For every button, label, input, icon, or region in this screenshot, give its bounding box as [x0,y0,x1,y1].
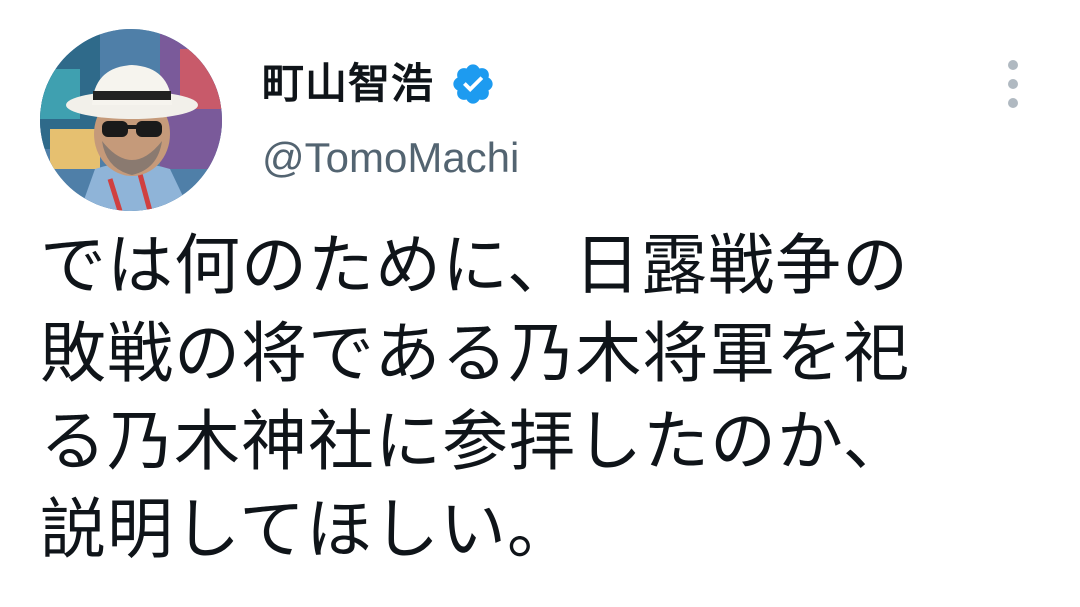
tweet-text: では何のために、日露戦争の 敗戦の将である乃木将軍を祀 る乃木神社に参拝したのか… [40,222,1060,574]
author-name-row: 町山智浩 [262,52,519,116]
author-handle[interactable]: @TomoMachi [262,132,519,184]
verified-badge-icon [450,61,496,107]
tweet-text-line-2: 敗戦の将である乃木将軍を祀 [40,315,911,392]
tweet-card: 町山智浩 @TomoMachi では何のために、日露戦争の 敗戦の将である乃木将… [0,0,1080,607]
author-display-name[interactable]: 町山智浩 [262,52,434,116]
tweet-text-line-4: 説明してほしい。 [40,491,575,568]
tweet-header: 町山智浩 @TomoMachi [262,52,519,184]
avatar-image [40,29,222,211]
tweet-text-line-1: では何のために、日露戦争の [40,227,910,304]
more-vertical-icon-dot-2 [1008,79,1018,89]
more-vertical-icon [1008,60,1018,70]
more-vertical-icon-dot-3 [1008,98,1018,108]
more-options-button[interactable] [996,60,1030,108]
avatar[interactable] [40,29,222,211]
tweet-text-line-3: る乃木神社に参拝したのか、 [40,403,910,480]
